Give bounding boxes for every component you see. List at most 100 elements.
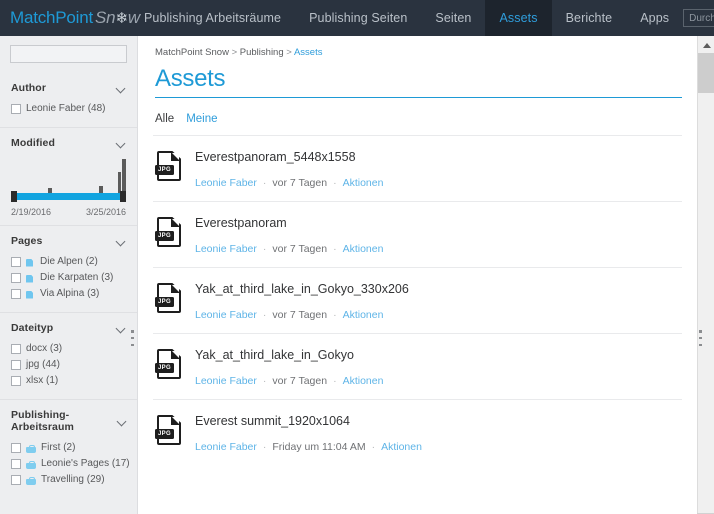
- asset-author-link[interactable]: Leonie Faber: [195, 441, 257, 453]
- chevron-down-icon[interactable]: [117, 139, 126, 148]
- facet-dateityp: Dateityp docx (3) jpg (44) xlsx (1): [0, 312, 137, 399]
- date-range-handle-left[interactable]: [11, 191, 17, 202]
- asset-row[interactable]: JPG Everestpanoram_5448x1558 Leonie Faber ·…: [153, 135, 682, 201]
- facet-author: Author Leonie Faber (48): [0, 73, 137, 127]
- breadcrumb-root[interactable]: MatchPoint Snow: [155, 47, 229, 58]
- asset-name[interactable]: Everestpanoram: [195, 216, 682, 230]
- asset-row[interactable]: JPG Yak_at_third_lake_in_Gokyo_330x206 Leo…: [153, 267, 682, 333]
- file-type-badge: JPG: [155, 429, 174, 439]
- page-icon: [26, 274, 35, 283]
- asset-author-link[interactable]: Leonie Faber: [195, 375, 257, 387]
- asset-author-link[interactable]: Leonie Faber: [195, 177, 257, 189]
- checkbox[interactable]: [11, 443, 21, 453]
- nav-item-apps[interactable]: Apps: [626, 0, 683, 36]
- sidebar-resize-handle[interactable]: [131, 330, 135, 346]
- checkbox[interactable]: [11, 360, 21, 370]
- breadcrumb-sep-1: >: [231, 47, 238, 58]
- asset-actions-link[interactable]: Aktionen: [381, 441, 422, 453]
- asset-author-link[interactable]: Leonie Faber: [195, 309, 257, 321]
- asset-actions-link[interactable]: Aktionen: [343, 177, 384, 189]
- facet-option[interactable]: Travelling (29): [11, 472, 126, 488]
- facet-header[interactable]: Author: [0, 73, 137, 101]
- breadcrumb-mid[interactable]: Publishing: [240, 47, 284, 58]
- meta-separator: ·: [333, 243, 337, 255]
- date-range-slider-track[interactable]: [11, 193, 126, 200]
- chevron-down-icon[interactable]: [117, 324, 126, 333]
- file-jpg-icon: JPG: [155, 349, 181, 379]
- chevron-down-icon[interactable]: [117, 84, 126, 93]
- asset-row[interactable]: JPG Everest summit_1920x1064 Leonie Faber ·…: [153, 399, 682, 465]
- asset-meta: Leonie Faber · vor 7 Tagen · Aktionen: [195, 177, 682, 189]
- asset-name[interactable]: Yak_at_third_lake_in_Gokyo_330x206: [195, 282, 682, 296]
- facet-title: Pages: [11, 235, 43, 247]
- date-range-handle-right[interactable]: [120, 191, 126, 202]
- checkbox[interactable]: [11, 459, 21, 469]
- asset-name[interactable]: Everestpanoram_5448x1558: [195, 150, 682, 164]
- facet-header[interactable]: Dateityp: [0, 313, 137, 341]
- facet-title: Dateityp: [11, 322, 54, 334]
- chevron-down-icon[interactable]: [117, 237, 126, 246]
- nav-item-seiten[interactable]: Seiten: [421, 0, 485, 36]
- content-resize-handle[interactable]: [699, 330, 703, 346]
- meta-separator: ·: [333, 375, 337, 387]
- page-scrollbar[interactable]: [697, 36, 714, 514]
- facet-option[interactable]: Leonie Faber (48): [11, 101, 126, 117]
- checkbox[interactable]: [11, 289, 21, 299]
- tab-meine[interactable]: Meine: [186, 113, 217, 125]
- file-fold-corner: [171, 284, 180, 293]
- global-search-input[interactable]: [683, 9, 714, 27]
- checkbox[interactable]: [11, 376, 21, 386]
- app-logo[interactable]: MatchPoint Sn❄w: [0, 0, 140, 36]
- checkbox[interactable]: [11, 344, 21, 354]
- facet-option[interactable]: Die Alpen (2): [11, 254, 126, 270]
- asset-row[interactable]: JPG Yak_at_third_lake_in_Gokyo Leonie Fabe…: [153, 333, 682, 399]
- facet-option[interactable]: First (2): [11, 440, 126, 456]
- facet-options: Die Alpen (2) Die Karpaten (3) Via Alpina …: [0, 254, 137, 312]
- asset-actions-link[interactable]: Aktionen: [343, 309, 384, 321]
- asset-actions-link[interactable]: Aktionen: [343, 243, 384, 255]
- asset-row-body: Yak_at_third_lake_in_Gokyo Leonie Faber · v…: [195, 348, 682, 387]
- file-fold-corner: [171, 350, 180, 359]
- range-start-label: 2/19/2016: [11, 207, 52, 217]
- asset-actions-link[interactable]: Aktionen: [343, 375, 384, 387]
- facet-option[interactable]: Die Karpaten (3): [11, 270, 126, 286]
- checkbox[interactable]: [11, 257, 21, 267]
- asset-name[interactable]: Everest summit_1920x1064: [195, 414, 682, 428]
- checkbox[interactable]: [11, 104, 21, 114]
- meta-separator: ·: [262, 375, 267, 387]
- facet-list: Author Leonie Faber (48) Modified 2/19/2016…: [0, 73, 137, 498]
- checkbox[interactable]: [11, 273, 21, 283]
- histogram-range-labels: 2/19/2016 3/25/2016: [11, 207, 126, 217]
- asset-row[interactable]: JPG Everestpanoram Leonie Faber · vor 7 Tage…: [153, 201, 682, 267]
- chevron-down-icon[interactable]: [118, 417, 126, 426]
- scrollbar-thumb[interactable]: [698, 53, 714, 93]
- checkbox[interactable]: [11, 475, 21, 485]
- briefcase-icon: [26, 476, 36, 485]
- briefcase-icon: [26, 460, 36, 469]
- nav-item-berichte[interactable]: Berichte: [552, 0, 627, 36]
- meta-separator: ·: [333, 309, 337, 321]
- scroll-up-arrow-icon[interactable]: [698, 36, 714, 53]
- asset-name[interactable]: Yak_at_third_lake_in_Gokyo: [195, 348, 682, 362]
- facet-header[interactable]: Modified: [0, 128, 137, 156]
- meta-separator: ·: [371, 441, 376, 453]
- file-jpg-icon: JPG: [155, 217, 181, 247]
- tab-alle[interactable]: Alle: [155, 113, 174, 125]
- nav-item-publishing-arbeitsr-ume[interactable]: Publishing Arbeitsräume: [130, 0, 295, 36]
- breadcrumb-current[interactable]: Assets: [294, 47, 323, 58]
- facet-option[interactable]: docx (3): [11, 341, 126, 357]
- facet-option-label: Die Alpen (2): [40, 256, 98, 267]
- facet-option[interactable]: Leonie's Pages (17): [11, 456, 130, 472]
- facet-option[interactable]: xlsx (1): [11, 373, 126, 389]
- asset-modified-date: vor 7 Tagen: [272, 243, 328, 255]
- facet-option[interactable]: jpg (44): [11, 357, 126, 373]
- breadcrumb-sep-2: >: [286, 47, 292, 58]
- nav-item-publishing-seiten[interactable]: Publishing Seiten: [295, 0, 421, 36]
- nav-item-assets[interactable]: Assets: [485, 0, 552, 36]
- asset-author-link[interactable]: Leonie Faber: [195, 243, 257, 255]
- facet-option-label: Leonie Faber (48): [26, 103, 106, 114]
- facet-option[interactable]: Via Alpina (3): [11, 286, 126, 302]
- facet-header[interactable]: Publishing-Arbeitsraum: [0, 400, 137, 440]
- sidebar-search-box[interactable]: [10, 45, 127, 63]
- facet-header[interactable]: Pages: [0, 226, 137, 254]
